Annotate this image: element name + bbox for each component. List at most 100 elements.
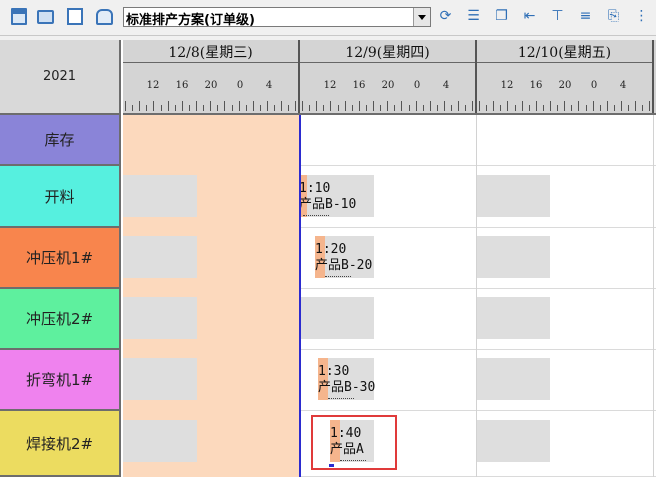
more-icon[interactable]: ⋮ xyxy=(633,8,650,25)
task-label: 1:10 产品B-10 xyxy=(299,181,356,213)
ruler-tick xyxy=(203,105,205,111)
ruler-tick xyxy=(160,105,162,111)
ruler-tick xyxy=(181,101,183,111)
copy-icon[interactable]: ❐ xyxy=(493,8,510,25)
row-header[interactable]: 冲压机2# xyxy=(0,289,121,350)
ruler-tick xyxy=(274,105,276,111)
day-label: 12/8(星期三) xyxy=(168,45,253,61)
ruler-tick xyxy=(429,101,431,111)
hour-label: 20 xyxy=(558,80,572,91)
ruler-tick xyxy=(486,105,488,111)
schedule-slot[interactable] xyxy=(123,358,197,400)
ruler-tick xyxy=(302,101,303,111)
ruler-tick xyxy=(465,105,467,111)
print-setup-icon[interactable] xyxy=(96,8,113,25)
ruler-tick xyxy=(394,105,396,111)
day-column-header: 12/10(星期五) 12 16 20 0 4 xyxy=(477,40,654,113)
ruler-tick xyxy=(578,101,580,111)
ruler-tick xyxy=(153,101,155,111)
ruler-tick xyxy=(309,105,311,111)
schedule-slot[interactable] xyxy=(477,297,550,339)
ruler-tick xyxy=(592,101,594,111)
row-header-label: 折弯机1# xyxy=(25,371,94,389)
hour-label: 0 xyxy=(590,80,598,91)
ruler-tick xyxy=(174,105,176,111)
ruler-tick xyxy=(139,101,141,111)
scheme-select[interactable]: 标准排产方案(订单级) xyxy=(123,7,431,28)
ruler-tick xyxy=(231,105,233,111)
refresh-icon[interactable]: ⟳ xyxy=(437,8,454,25)
task-sequence: 1:30 xyxy=(318,364,350,379)
ruler-tick xyxy=(585,105,587,111)
schedule-slot[interactable] xyxy=(123,236,197,278)
time-ruler xyxy=(123,99,298,111)
hour-label: 0 xyxy=(236,80,244,91)
schedule-slot[interactable] xyxy=(477,358,550,400)
print-icon[interactable] xyxy=(37,8,54,25)
ruler-tick xyxy=(365,105,367,111)
ruler-tick xyxy=(535,101,537,111)
ruler-tick xyxy=(557,105,559,111)
ruler-tick xyxy=(323,105,325,111)
day-divider xyxy=(123,62,298,63)
task-block[interactable]: 1:20 产品B-20 xyxy=(315,236,374,278)
task-label: 1:20 产品B-20 xyxy=(315,242,372,274)
export-icon[interactable]: ⎘ xyxy=(605,8,622,25)
day-label: 12/10(星期五) xyxy=(517,45,612,61)
hour-label: 12 xyxy=(500,80,514,91)
ruler-tick xyxy=(514,105,516,111)
task-label: 1:30 产品B-30 xyxy=(318,364,375,396)
ruler-tick xyxy=(472,101,474,111)
ruler-tick xyxy=(401,101,403,111)
align-icon[interactable]: ≡ xyxy=(577,8,594,25)
ruler-tick xyxy=(571,105,573,111)
task-product: 产品B-20 xyxy=(315,258,373,273)
hour-label: 16 xyxy=(175,80,189,91)
print-preview-icon[interactable] xyxy=(66,8,83,25)
row-header[interactable]: 冲压机1# xyxy=(0,228,121,289)
ruler-tick xyxy=(500,105,502,111)
row-header-label: 冲压机1# xyxy=(25,249,94,267)
schedule-slot[interactable] xyxy=(123,420,197,462)
ruler-tick xyxy=(613,105,615,111)
ruler-tick xyxy=(564,101,566,111)
ruler-tick xyxy=(259,105,261,111)
ruler-tick xyxy=(542,105,544,111)
ruler-tick xyxy=(621,101,622,111)
task-sequence: 1:10 xyxy=(299,181,331,196)
task-block[interactable]: 1:30 产品B-30 xyxy=(318,358,375,400)
ruler-tick xyxy=(330,101,332,111)
indent-icon[interactable]: ⇤ xyxy=(521,8,538,25)
ruler-tick xyxy=(451,105,453,111)
ruler-tick xyxy=(521,101,523,111)
save-icon[interactable] xyxy=(10,8,27,25)
schedule-slot[interactable] xyxy=(477,236,550,278)
ruler-tick xyxy=(267,101,268,111)
schedule-slot[interactable] xyxy=(477,175,550,217)
row-header-label: 开料 xyxy=(44,187,75,206)
task-block[interactable]: 1:10 产品B-10 xyxy=(299,175,374,217)
ruler-tick xyxy=(281,101,283,111)
selection-highlight xyxy=(311,415,397,470)
ruler-tick xyxy=(167,101,169,111)
task-product: 产品B-10 xyxy=(299,197,357,212)
current-time-line xyxy=(299,115,301,477)
schedule-slot[interactable] xyxy=(301,297,374,339)
row-header[interactable]: 焊接机2# xyxy=(0,411,121,477)
row-header[interactable]: 开料 xyxy=(0,166,121,228)
list-icon[interactable]: ☰ xyxy=(465,8,482,25)
row-header[interactable]: 库存 xyxy=(0,115,121,166)
ruler-tick xyxy=(479,101,480,111)
ruler-tick xyxy=(642,105,644,111)
ruler-tick xyxy=(507,101,509,111)
chevron-down-icon[interactable] xyxy=(413,8,430,26)
schedule-slot[interactable] xyxy=(477,420,550,462)
ruler-tick xyxy=(387,101,389,111)
row-header[interactable]: 折弯机1# xyxy=(0,350,121,411)
schedule-slot[interactable] xyxy=(123,297,197,339)
ruler-tick xyxy=(606,101,608,111)
ruler-tick xyxy=(436,105,438,111)
filter-icon[interactable]: ⊤ xyxy=(549,8,566,25)
year-cell: 2021 xyxy=(0,40,121,115)
schedule-slot[interactable] xyxy=(123,175,197,217)
